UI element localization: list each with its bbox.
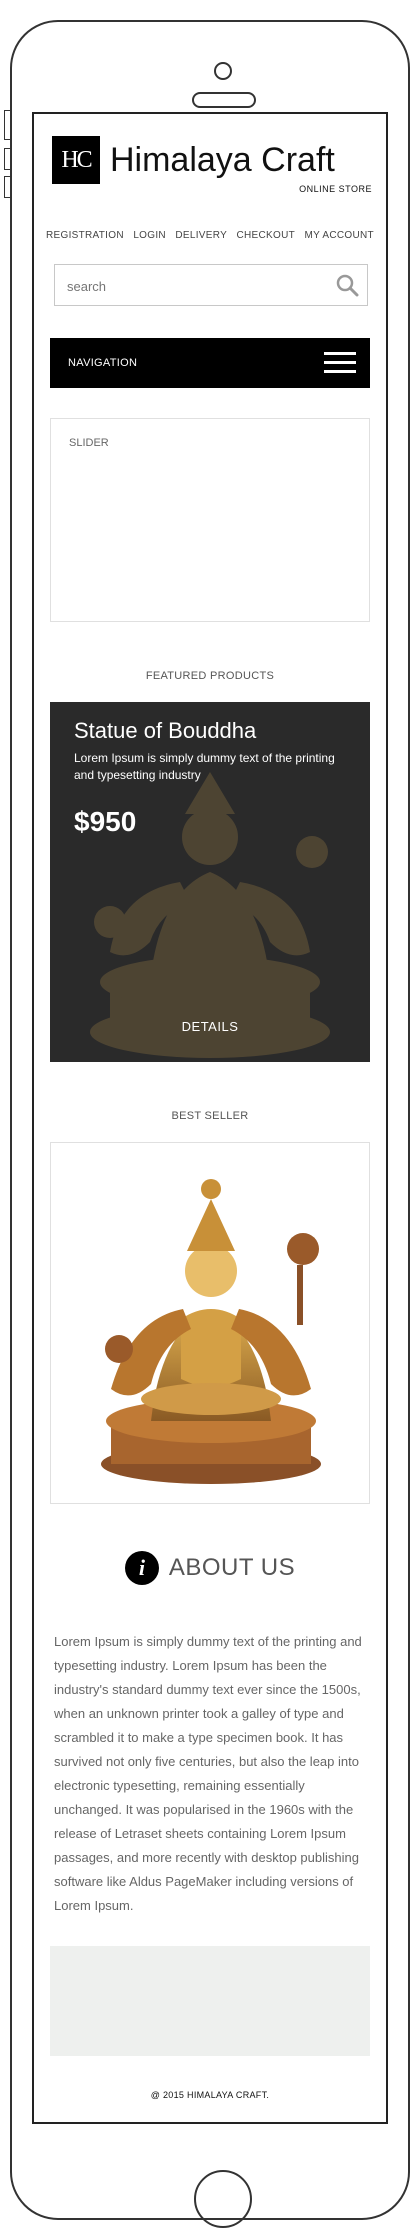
best-seller-title: BEST SELLER [171,1110,249,1122]
nav-my-account[interactable]: MY ACCOUNT [304,230,374,241]
navigation-bar[interactable]: NAVIGATION [50,338,370,388]
search-bar [54,264,368,307]
statue-image [101,1179,321,1484]
about-title: ABOUT US [168,1554,296,1581]
nav-checkout[interactable]: CHECKOUT [237,230,296,241]
nav-delivery[interactable]: DELIVERY [175,230,227,241]
phone-camera [214,62,232,80]
best-seller-card[interactable] [50,1142,370,1504]
footer-panel [50,1946,370,2056]
about-text: Lorem Ipsum is simply dummy text of the … [54,1634,362,1913]
statue-image [90,772,330,1058]
featured-product-card[interactable]: Statue of Bouddha Lorem Ipsum is simply … [50,702,370,1062]
logo-mark: HC [52,136,100,184]
phone-home-button[interactable] [194,2170,252,2228]
product-description: Lorem Ipsum is simply dummy text of the … [74,751,335,782]
slider-label: SLIDER [69,437,109,449]
brand-name: Himalaya Craft [110,141,335,179]
top-navigation: REGISTRATION LOGIN DELIVERY CHECKOUT MY … [34,230,386,241]
screen: HC Himalaya Craft ONLINE STORE REGISTRAT… [32,112,388,2124]
product-title: Statue of Bouddha [74,718,257,743]
nav-registration[interactable]: REGISTRATION [46,230,124,241]
details-button[interactable]: DETAILS [50,1019,370,1034]
phone-speaker [192,92,256,108]
hamburger-icon[interactable] [324,352,356,374]
info-icon: i [124,1551,159,1585]
search-input[interactable] [65,265,329,307]
featured-products-title: FEATURED PRODUCTS [145,670,275,682]
about-header: i ABOUT US [34,1548,386,1588]
search-icon[interactable] [335,273,359,297]
nav-login[interactable]: LOGIN [133,230,166,241]
slider[interactable]: SLIDER [50,418,370,622]
site-logo[interactable]: HC Himalaya Craft ONLINE STORE [52,136,372,206]
copyright: @ 2015 HIMALAYA CRAFT. [150,2090,270,2100]
navigation-label: NAVIGATION [68,357,138,369]
product-price: $950 [74,806,137,837]
brand-tagline: ONLINE STORE [299,184,372,194]
